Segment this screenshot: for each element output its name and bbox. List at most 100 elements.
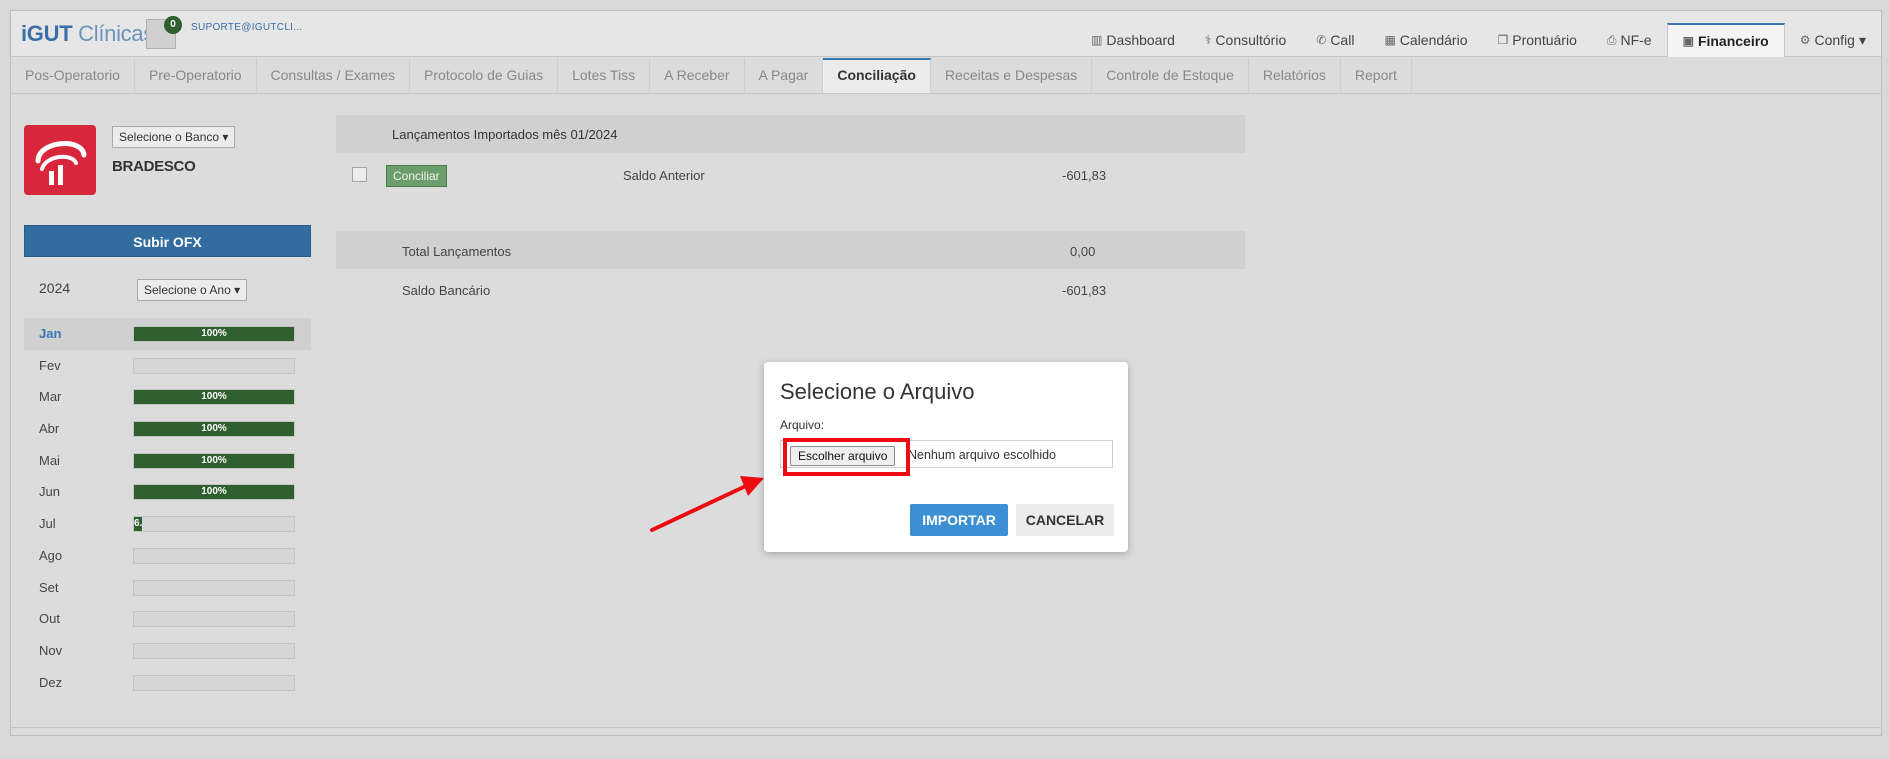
- caret-down-icon: ▾: [234, 283, 241, 297]
- cancel-button[interactable]: CANCELAR: [1016, 504, 1114, 536]
- gear-icon: ⚙: [1799, 33, 1811, 47]
- entries-title: Lançamentos Importados mês 01/2024: [392, 127, 618, 142]
- month-progress-bar: 100%: [133, 326, 295, 342]
- month-progress-fill: 6.: [134, 517, 142, 532]
- conciliar-button[interactable]: Conciliar: [386, 165, 447, 187]
- month-name: Mar: [39, 389, 62, 405]
- nav-label: NF-e: [1620, 32, 1652, 48]
- saldo-anterior-value: -601,83: [1062, 168, 1107, 183]
- month-list: Jan 100% Fev Mar 100% Abr 100% Mai 100% Jun 100% Ju…: [24, 318, 311, 698]
- app-logo[interactable]: iGUT Clínicas: [21, 21, 154, 47]
- tab-9[interactable]: Controle de Estoque: [1092, 58, 1249, 93]
- tab-2[interactable]: Consultas / Exames: [257, 58, 411, 93]
- month-name: Jun: [39, 484, 60, 500]
- stethoscope-icon: ⚕: [1204, 33, 1212, 47]
- phone-icon: ✆: [1316, 33, 1327, 47]
- saldo-bancario-value: -601,83: [1062, 283, 1107, 298]
- money-icon: ▣: [1682, 34, 1694, 48]
- month-name: Nov: [39, 642, 63, 658]
- annotation-highlight-box: [783, 438, 910, 476]
- entries-header: Lançamentos Importados mês 01/2024: [336, 115, 1245, 153]
- notification-badge[interactable]: 0: [164, 16, 182, 34]
- nav-config[interactable]: ⚙ Config ▾: [1785, 23, 1881, 57]
- month-row[interactable]: Set: [24, 572, 311, 604]
- year-label: 2024: [39, 280, 71, 296]
- caret-down-icon: ▾: [222, 130, 229, 144]
- month-name: Abr: [39, 421, 60, 437]
- month-row[interactable]: Mar 100%: [24, 381, 311, 413]
- caret-down-icon: ▾: [1858, 32, 1866, 48]
- user-email[interactable]: SUPORTE@IGUTCLI...: [191, 22, 303, 33]
- file-field-label: Arquivo:: [780, 418, 825, 432]
- nav-label: Prontuário: [1512, 32, 1577, 48]
- tab-11[interactable]: Report: [1341, 58, 1412, 93]
- month-progress-bar: 100%: [133, 389, 295, 406]
- month-progress-fill: 100%: [134, 453, 294, 468]
- bank-name: BRADESCO: [112, 158, 196, 175]
- month-row[interactable]: Jul 6.: [24, 508, 311, 540]
- month-progress-bar: [133, 547, 295, 564]
- calendar-icon: ▦: [1384, 33, 1396, 47]
- month-progress-bar: 6.: [133, 516, 295, 533]
- nav-prontu-rio[interactable]: ❐ Prontuário: [1483, 23, 1592, 57]
- bank-logo: [24, 125, 96, 195]
- month-name: Ago: [39, 547, 63, 563]
- nav-label: Dashboard: [1106, 32, 1175, 48]
- printer-icon: ⎙: [1606, 33, 1617, 47]
- tab-3[interactable]: Protocolo de Guias: [410, 58, 559, 93]
- month-name: Mai: [39, 452, 60, 468]
- month-row[interactable]: Abr 100%: [24, 413, 311, 445]
- copy-icon: ❐: [1497, 33, 1509, 47]
- month-row[interactable]: Nov: [24, 635, 311, 667]
- tab-4[interactable]: Lotes Tiss: [558, 58, 651, 93]
- tab-0[interactable]: Pos-Operatorio: [11, 58, 135, 93]
- month-name: Dez: [39, 674, 63, 690]
- saldo-anterior-label: Saldo Anterior: [623, 168, 705, 183]
- bar-chart-icon: ▥: [1091, 33, 1103, 47]
- tab-7[interactable]: Conciliação: [823, 58, 931, 93]
- tab-10[interactable]: Relatórios: [1249, 58, 1341, 93]
- frame-divider: [10, 727, 1882, 728]
- month-progress-fill: 100%: [134, 422, 294, 437]
- upload-ofx-button[interactable]: Subir OFX: [24, 225, 311, 257]
- month-progress-bar: 100%: [133, 452, 295, 469]
- nav-financeiro[interactable]: ▣ Financeiro: [1666, 23, 1785, 57]
- month-progress-bar: [133, 674, 295, 691]
- nav-label: Consultório: [1215, 32, 1287, 48]
- month-progress-bar: 100%: [133, 484, 295, 501]
- tab-5[interactable]: A Receber: [650, 58, 745, 93]
- month-row[interactable]: Dez: [24, 667, 311, 699]
- month-progress-fill: 100%: [134, 485, 294, 500]
- month-progress-fill: 100%: [134, 390, 294, 405]
- tab-1[interactable]: Pre-Operatorio: [135, 58, 257, 93]
- month-name: Set: [39, 579, 59, 595]
- nav-call[interactable]: ✆ Call: [1301, 23, 1369, 57]
- nav-calend-rio[interactable]: ▦ Calendário: [1369, 23, 1482, 57]
- month-row[interactable]: Jun 100%: [24, 476, 311, 508]
- saldo-bancario-label: Saldo Bancário: [402, 283, 491, 298]
- month-progress-bar: [133, 579, 295, 596]
- month-row[interactable]: Ago: [24, 540, 311, 572]
- import-button[interactable]: IMPORTAR: [910, 504, 1008, 536]
- month-row[interactable]: Out: [24, 603, 311, 635]
- month-name: Jul: [39, 516, 56, 532]
- nav-consult-rio[interactable]: ⚕ Consultório: [1190, 23, 1301, 57]
- month-name: Fev: [39, 357, 61, 373]
- year-select[interactable]: Selecione o Ano ▾: [137, 279, 248, 301]
- bank-select[interactable]: Selecione o Banco ▾: [112, 126, 236, 148]
- month-progress-bar: [133, 611, 295, 628]
- entry-checkbox[interactable]: [352, 167, 367, 182]
- month-row[interactable]: Mai 100%: [24, 445, 311, 477]
- file-status-text: Nenhum arquivo escolhido: [908, 448, 1057, 462]
- nav-nf-e[interactable]: ⎙ NF-e: [1592, 23, 1667, 57]
- annotation-arrow-icon: [650, 476, 764, 532]
- nav-label: Calendário: [1399, 32, 1468, 48]
- tab-8[interactable]: Receitas e Despesas: [931, 58, 1093, 93]
- nav-dashboard[interactable]: ▥ Dashboard: [1076, 23, 1190, 57]
- month-row[interactable]: Jan 100%: [24, 318, 311, 350]
- month-row[interactable]: Fev: [24, 350, 311, 382]
- tab-6[interactable]: A Pagar: [745, 58, 824, 93]
- nav-label: Config: [1814, 32, 1855, 48]
- total-lancamentos-value: 0,00: [1070, 244, 1096, 259]
- main-nav: ▥ Dashboard ⚕ Consultório ✆ Call ▦ Calendário ❐ P…: [1076, 23, 1881, 57]
